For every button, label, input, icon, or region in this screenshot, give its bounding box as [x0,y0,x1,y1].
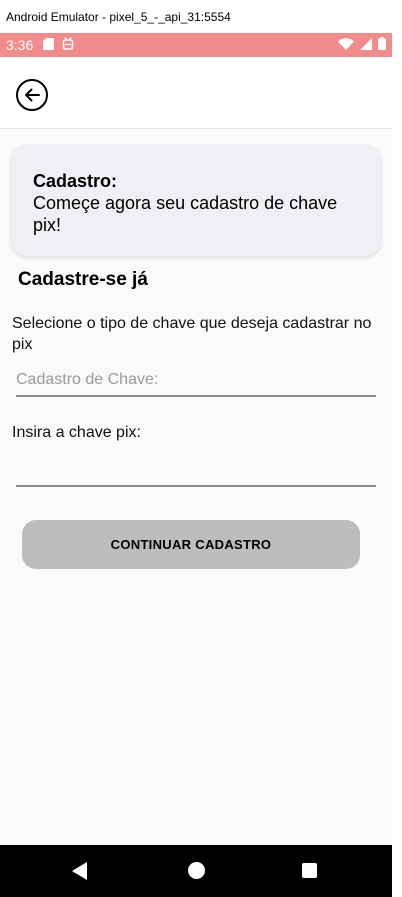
back-arrow-icon[interactable] [16,79,48,111]
android-debug-icon [62,37,74,53]
card-title: Cadastro: [33,171,118,191]
triangle-back-icon[interactable] [72,862,87,880]
circle-home-icon[interactable] [188,862,205,879]
card-text: Começe agora seu cadastro de chave pix! [33,193,338,235]
continue-button[interactable]: CONTINUAR CADASTRO [22,520,360,569]
key-type-label: Selecione o tipo de chave que deseja cad… [12,315,372,353]
device-screen: 3:36 Cadastro: Começe agora seu cadastro… [0,33,392,897]
pix-key-field[interactable] [16,453,376,487]
system-nav-bar [0,845,392,897]
square-recent-icon[interactable] [302,863,317,878]
wifi-icon [338,37,354,53]
info-card: Cadastro: Começe agora seu cadastro de c… [11,144,381,256]
battery-icon [378,37,386,53]
window-border [392,0,402,897]
status-bar: 3:36 [0,33,392,57]
sd-card-icon [43,37,55,53]
status-right-icons [338,37,386,53]
key-type-field[interactable] [16,367,376,397]
window-title: Android Emulator - pixel_5_-_api_31:5554 [6,9,231,24]
app-bar [0,57,392,129]
section-title: Cadastre-se já [18,269,148,290]
status-time: 3:36 [6,37,34,53]
pix-key-label: Insira a chave pix: [12,424,141,441]
window-titlebar: Android Emulator - pixel_5_-_api_31:5554 [0,0,402,33]
signal-icon [360,37,372,53]
